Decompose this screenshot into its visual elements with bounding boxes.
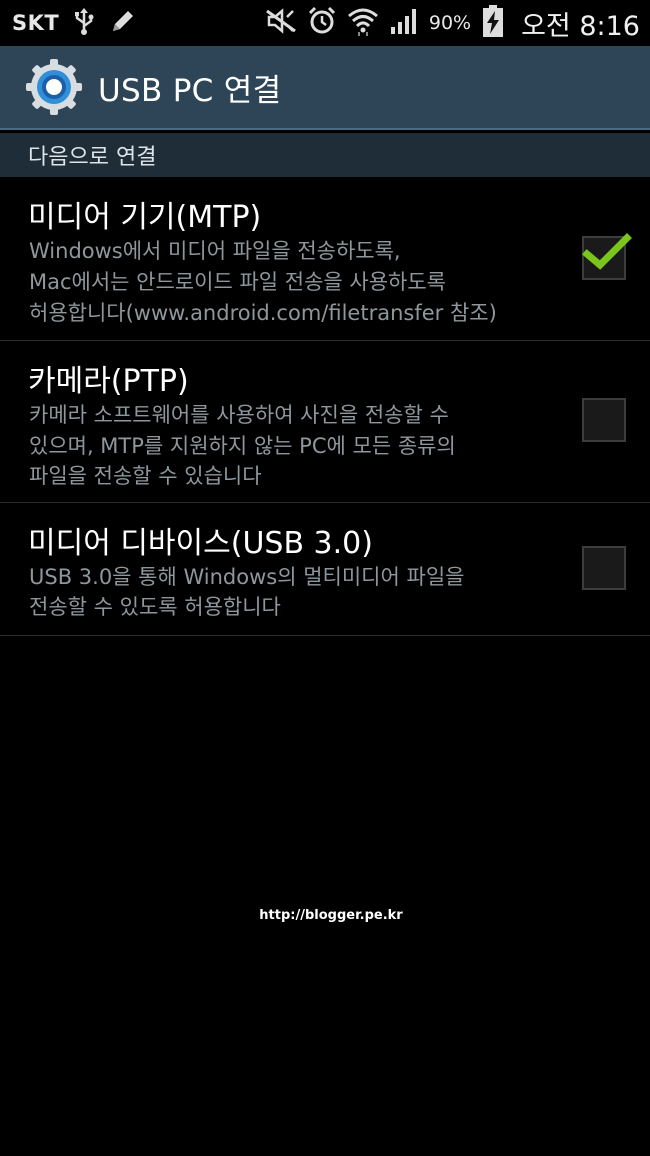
usb3-checkbox[interactable] (582, 546, 626, 590)
connection-options-list: 미디어 기기(MTP) Windows에서 미디어 파일을 전송하도록, Mac… (0, 177, 650, 636)
option-title: 미디어 기기(MTP) (28, 200, 262, 235)
clock: 오전 8:16 (521, 10, 640, 42)
battery-percent: 90% (428, 12, 472, 34)
option-description-line: Mac에서는 안드로이드 파일 전송을 사용하도록 (29, 270, 446, 294)
action-bar: USB PC 연결 (0, 46, 650, 130)
option-description-line: 파일을 전송할 수 있습니다 (29, 464, 262, 488)
checkmark-icon (582, 233, 632, 270)
ptp-checkbox[interactable] (582, 398, 626, 442)
option-description-line: USB 3.0을 통해 Windows의 멀티미디어 파일을 (29, 565, 465, 589)
option-title: 미디어 디바이스(USB 3.0) (28, 526, 373, 561)
option-description-line: 카메라 소프트웨어를 사용하여 사진을 전송할 수 (29, 403, 449, 427)
section-header-label: 다음으로 연결 (28, 145, 157, 170)
mtp-checkbox[interactable] (582, 233, 632, 280)
pen-icon (109, 7, 137, 39)
section-header: 다음으로 연결 (0, 133, 650, 177)
option-description-line: 있으며, MTP를 지원하지 않는 PC에 모든 종류의 (29, 434, 456, 458)
settings-gear-icon[interactable] (24, 57, 84, 117)
option-description-line: 허용합니다(www.android.com/filetransfer 참조) (29, 301, 497, 325)
wifi-icon (347, 6, 379, 40)
option-usb3[interactable]: 미디어 디바이스(USB 3.0) USB 3.0을 통해 Windows의 멀… (0, 503, 650, 636)
option-mtp[interactable]: 미디어 기기(MTP) Windows에서 미디어 파일을 전송하도록, Mac… (0, 177, 650, 341)
page-title: USB PC 연결 (98, 72, 282, 109)
mute-icon (265, 7, 297, 39)
option-title: 카메라(PTP) (28, 364, 189, 399)
watermark-text: http://blogger.pe.kr (259, 908, 403, 923)
status-bar: SKT 90% 오전 8:16 (0, 0, 650, 46)
option-description-line: Windows에서 미디어 파일을 전송하도록, (29, 239, 401, 263)
option-ptp[interactable]: 카메라(PTP) 카메라 소프트웨어를 사용하여 사진을 전송할 수 있으며, … (0, 341, 650, 503)
usb-icon (73, 7, 95, 39)
alarm-icon (307, 6, 337, 40)
battery-charging-icon (481, 4, 505, 42)
carrier-label: SKT (12, 11, 60, 35)
option-description-line: 전송할 수 있도록 허용합니다 (29, 595, 281, 619)
signal-icon (389, 7, 419, 39)
